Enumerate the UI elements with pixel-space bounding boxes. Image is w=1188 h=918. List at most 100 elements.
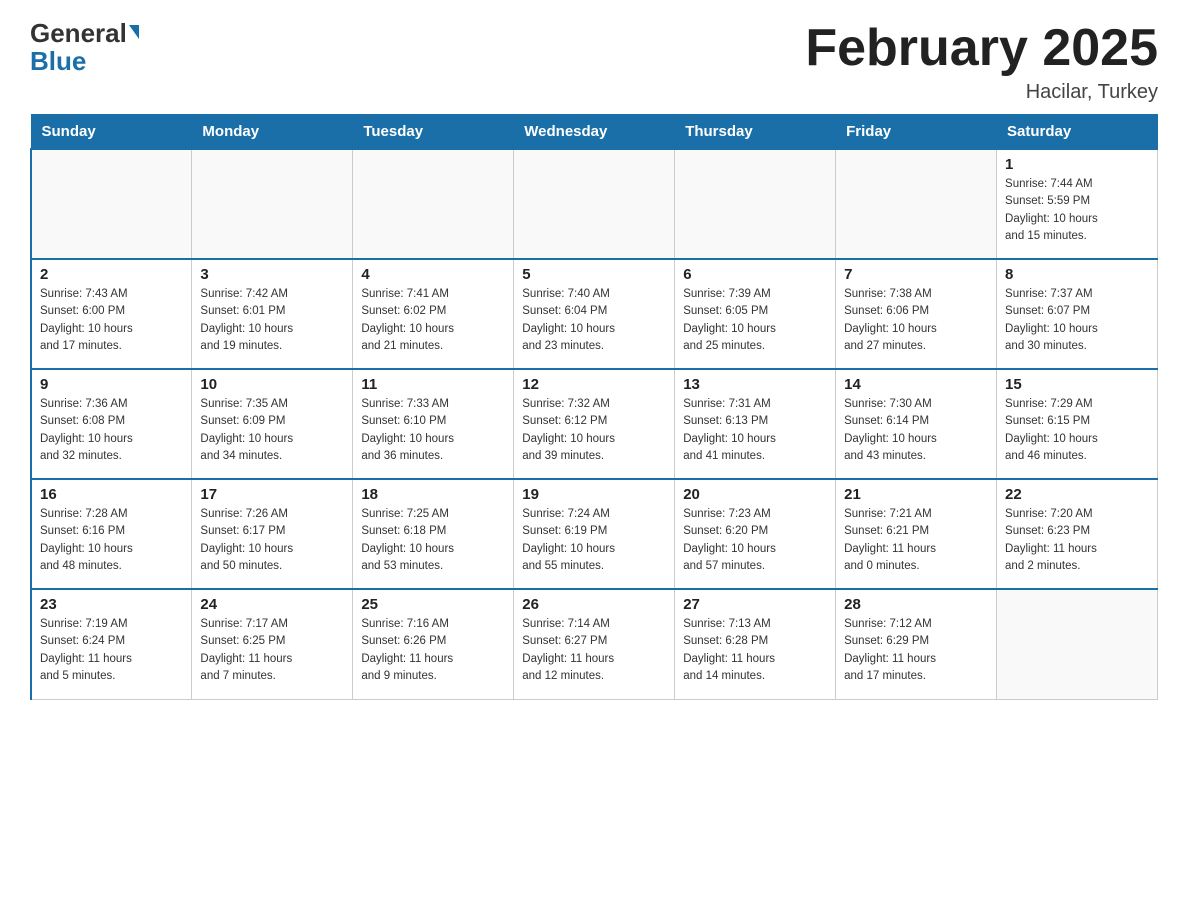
calendar-cell	[997, 589, 1158, 699]
calendar-cell: 3 Sunrise: 7:42 AMSunset: 6:01 PMDaylight…	[192, 259, 353, 369]
day-info: Sunrise: 7:39 AMSunset: 6:05 PMDaylight:…	[683, 286, 827, 355]
day-info: Sunrise: 7:14 AMSunset: 6:27 PMDaylight:…	[522, 616, 666, 685]
calendar-cell: 11 Sunrise: 7:33 AMSunset: 6:10 PMDayligh…	[353, 369, 514, 479]
calendar-cell: 7 Sunrise: 7:38 AMSunset: 6:06 PMDaylight…	[836, 259, 997, 369]
day-number: 18	[361, 486, 505, 503]
day-number: 5	[522, 266, 666, 283]
day-number: 25	[361, 596, 505, 613]
day-info: Sunrise: 7:41 AMSunset: 6:02 PMDaylight:…	[361, 286, 505, 355]
calendar-cell: 4Sunrise: 7:41 AMSunset: 6:02 PMDaylight…	[353, 259, 514, 369]
day-info: Sunrise: 7:16 AMSunset: 6:26 PMDaylight:…	[361, 616, 505, 685]
calendar-week-row: 16 Sunrise: 7:28 AMSunset: 6:16 PMDayligh…	[31, 479, 1158, 589]
calendar-header-row: SundayMondayTuesdayWednesdayThursdayFrid…	[31, 115, 1158, 150]
calendar-header-tuesday: Tuesday	[353, 115, 514, 150]
day-info: Sunrise: 7:21 AMSunset: 6:21 PMDaylight:…	[844, 506, 988, 575]
day-number: 2	[40, 266, 183, 283]
calendar-header-saturday: Saturday	[997, 115, 1158, 150]
day-number: 7	[844, 266, 988, 283]
calendar-cell	[192, 149, 353, 259]
calendar-cell: 16 Sunrise: 7:28 AMSunset: 6:16 PMDayligh…	[31, 479, 192, 589]
day-number: 14	[844, 376, 988, 393]
day-info: Sunrise: 7:23 AMSunset: 6:20 PMDaylight:…	[683, 506, 827, 575]
logo: General Blue	[30, 20, 139, 74]
calendar-cell: 18 Sunrise: 7:25 AMSunset: 6:18 PMDayligh…	[353, 479, 514, 589]
day-number: 8	[1005, 266, 1149, 283]
day-info: Sunrise: 7:42 AMSunset: 6:01 PMDaylight:…	[200, 286, 344, 355]
day-info: Sunrise: 7:30 AMSunset: 6:14 PMDaylight:…	[844, 396, 988, 465]
calendar-cell	[514, 149, 675, 259]
calendar-cell: 24 Sunrise: 7:17 AMSunset: 6:25 PMDayligh…	[192, 589, 353, 699]
day-info: Sunrise: 7:13 AMSunset: 6:28 PMDaylight:…	[683, 616, 827, 685]
day-info: Sunrise: 7:38 AMSunset: 6:06 PMDaylight:…	[844, 286, 988, 355]
day-info: Sunrise: 7:19 AMSunset: 6:24 PMDaylight:…	[40, 616, 183, 685]
calendar-cell: 25 Sunrise: 7:16 AMSunset: 6:26 PMDayligh…	[353, 589, 514, 699]
day-number: 10	[200, 376, 344, 393]
calendar-cell: 19 Sunrise: 7:24 AMSunset: 6:19 PMDayligh…	[514, 479, 675, 589]
day-number: 17	[200, 486, 344, 503]
calendar-cell: 27Sunrise: 7:13 AMSunset: 6:28 PMDayligh…	[675, 589, 836, 699]
day-number: 11	[361, 376, 505, 393]
day-number: 12	[522, 376, 666, 393]
calendar-cell	[675, 149, 836, 259]
calendar-cell: 10 Sunrise: 7:35 AMSunset: 6:09 PMDayligh…	[192, 369, 353, 479]
day-number: 20	[683, 486, 827, 503]
day-number: 13	[683, 376, 827, 393]
day-info: Sunrise: 7:17 AMSunset: 6:25 PMDaylight:…	[200, 616, 344, 685]
day-info: Sunrise: 7:31 AMSunset: 6:13 PMDaylight:…	[683, 396, 827, 465]
day-number: 6	[683, 266, 827, 283]
day-number: 23	[40, 596, 183, 613]
day-info: Sunrise: 7:40 AMSunset: 6:04 PMDaylight:…	[522, 286, 666, 355]
day-info: Sunrise: 7:25 AMSunset: 6:18 PMDaylight:…	[361, 506, 505, 575]
logo-arrow-icon	[129, 25, 139, 39]
calendar-week-row: 23 Sunrise: 7:19 AMSunset: 6:24 PMDayligh…	[31, 589, 1158, 699]
calendar-cell: 2 Sunrise: 7:43 AMSunset: 6:00 PMDaylight…	[31, 259, 192, 369]
calendar-cell: 22 Sunrise: 7:20 AMSunset: 6:23 PMDayligh…	[997, 479, 1158, 589]
day-info: Sunrise: 7:28 AMSunset: 6:16 PMDaylight:…	[40, 506, 183, 575]
page-header: General Blue February 2025 Hacilar, Turk…	[30, 20, 1158, 104]
day-info: Sunrise: 7:24 AMSunset: 6:19 PMDaylight:…	[522, 506, 666, 575]
calendar-cell: 12Sunrise: 7:32 AMSunset: 6:12 PMDayligh…	[514, 369, 675, 479]
calendar-cell: 28 Sunrise: 7:12 AMSunset: 6:29 PMDayligh…	[836, 589, 997, 699]
title-block: February 2025 Hacilar, Turkey	[805, 20, 1158, 104]
calendar-header-wednesday: Wednesday	[514, 115, 675, 150]
calendar-header-friday: Friday	[836, 115, 997, 150]
calendar-cell: 5 Sunrise: 7:40 AMSunset: 6:04 PMDaylight…	[514, 259, 675, 369]
calendar-header-thursday: Thursday	[675, 115, 836, 150]
day-number: 26	[522, 596, 666, 613]
day-info: Sunrise: 7:35 AMSunset: 6:09 PMDaylight:…	[200, 396, 344, 465]
day-number: 15	[1005, 376, 1149, 393]
day-info: Sunrise: 7:37 AMSunset: 6:07 PMDaylight:…	[1005, 286, 1149, 355]
day-info: Sunrise: 7:20 AMSunset: 6:23 PMDaylight:…	[1005, 506, 1149, 575]
day-info: Sunrise: 7:44 AMSunset: 5:59 PMDaylight:…	[1005, 176, 1149, 245]
calendar-header-sunday: Sunday	[31, 115, 192, 150]
calendar-cell: 14 Sunrise: 7:30 AMSunset: 6:14 PMDayligh…	[836, 369, 997, 479]
calendar-cell: 6 Sunrise: 7:39 AMSunset: 6:05 PMDaylight…	[675, 259, 836, 369]
calendar-cell: 21Sunrise: 7:21 AMSunset: 6:21 PMDayligh…	[836, 479, 997, 589]
calendar-cell: 9 Sunrise: 7:36 AMSunset: 6:08 PMDaylight…	[31, 369, 192, 479]
calendar-cell: 23 Sunrise: 7:19 AMSunset: 6:24 PMDayligh…	[31, 589, 192, 699]
calendar-table: SundayMondayTuesdayWednesdayThursdayFrid…	[30, 114, 1158, 700]
calendar-week-row: 9 Sunrise: 7:36 AMSunset: 6:08 PMDaylight…	[31, 369, 1158, 479]
day-number: 28	[844, 596, 988, 613]
calendar-cell: 15Sunrise: 7:29 AMSunset: 6:15 PMDayligh…	[997, 369, 1158, 479]
calendar-cell: 13 Sunrise: 7:31 AMSunset: 6:13 PMDayligh…	[675, 369, 836, 479]
day-info: Sunrise: 7:43 AMSunset: 6:00 PMDaylight:…	[40, 286, 183, 355]
day-number: 16	[40, 486, 183, 503]
day-number: 1	[1005, 156, 1149, 173]
calendar-cell: 20 Sunrise: 7:23 AMSunset: 6:20 PMDayligh…	[675, 479, 836, 589]
day-number: 19	[522, 486, 666, 503]
day-info: Sunrise: 7:33 AMSunset: 6:10 PMDaylight:…	[361, 396, 505, 465]
calendar-cell: 1 Sunrise: 7:44 AMSunset: 5:59 PMDaylight…	[997, 149, 1158, 259]
calendar-week-row: 1 Sunrise: 7:44 AMSunset: 5:59 PMDaylight…	[31, 149, 1158, 259]
day-number: 24	[200, 596, 344, 613]
day-number: 9	[40, 376, 183, 393]
day-number: 22	[1005, 486, 1149, 503]
day-info: Sunrise: 7:26 AMSunset: 6:17 PMDaylight:…	[200, 506, 344, 575]
location: Hacilar, Turkey	[805, 81, 1158, 104]
day-number: 3	[200, 266, 344, 283]
day-info: Sunrise: 7:36 AMSunset: 6:08 PMDaylight:…	[40, 396, 183, 465]
logo-blue-text: Blue	[30, 48, 86, 74]
calendar-cell	[836, 149, 997, 259]
day-info: Sunrise: 7:12 AMSunset: 6:29 PMDaylight:…	[844, 616, 988, 685]
calendar-cell	[353, 149, 514, 259]
